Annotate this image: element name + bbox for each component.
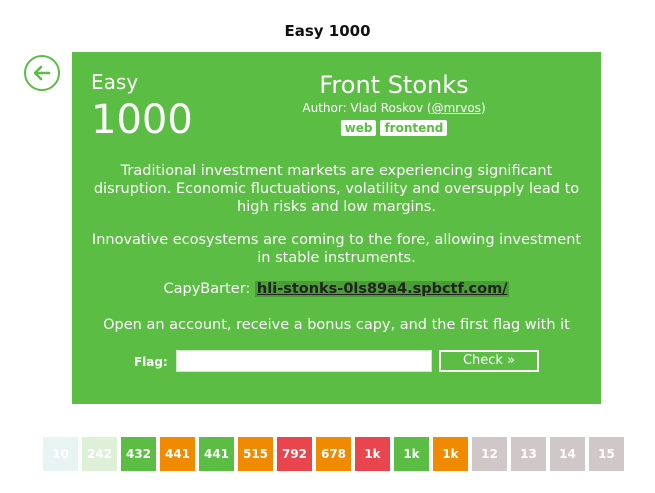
task-description-2: Innovative ecosystems are coming to the … — [91, 232, 582, 266]
tag-web[interactable]: web — [340, 120, 377, 136]
task-tile[interactable]: 441 — [199, 437, 234, 471]
task-link-line: CapyBarter: hli-stonks-0ls89a4.spbctf.co… — [86, 281, 587, 297]
task-author: Author: Vlad Roskov (@mrvos) — [232, 101, 556, 115]
task-tile[interactable]: 432 — [121, 437, 156, 471]
task-tile[interactable]: 1k — [394, 437, 429, 471]
back-button[interactable] — [24, 55, 60, 91]
task-category: Easy — [91, 70, 139, 94]
task-tile[interactable]: 441 — [160, 437, 195, 471]
author-suffix: ) — [480, 101, 486, 115]
task-tile[interactable]: 12 — [472, 437, 507, 471]
tag-frontend[interactable]: frontend — [380, 120, 448, 136]
task-description-3: Open an account, receive a bonus capy, a… — [103, 317, 570, 333]
task-tile[interactable]: 1k — [355, 437, 390, 471]
task-points: 1000 — [91, 97, 193, 143]
check-button[interactable]: Check » — [439, 350, 539, 372]
task-tile[interactable]: 678 — [316, 437, 351, 471]
author-link[interactable]: @mrvos — [432, 101, 481, 115]
task-tile[interactable]: 1k — [433, 437, 468, 471]
task-tile[interactable]: 15 — [589, 437, 624, 471]
page-title: Easy 1000 — [284, 22, 371, 40]
task-tile[interactable]: 242 — [82, 437, 117, 471]
task-tags: web frontend — [232, 120, 556, 136]
link-label: CapyBarter: — [163, 281, 251, 297]
task-tile[interactable]: 14 — [550, 437, 585, 471]
task-tiles: 10 242 432 441 441 515 792 678 1k 1k 1k 12 13 14 15 — [43, 437, 624, 471]
task-tile[interactable]: 515 — [238, 437, 273, 471]
arrow-left-icon — [33, 65, 51, 81]
task-card: Easy 1000 Front Stonks Author: Vlad Rosk… — [72, 52, 601, 404]
task-title: Front Stonks — [319, 71, 469, 99]
flag-label: Flag: — [134, 355, 168, 369]
task-description-1: Traditional investment markets are exper… — [93, 163, 580, 215]
flag-input[interactable] — [176, 350, 432, 372]
task-tile[interactable]: 10 — [43, 437, 78, 471]
task-link[interactable]: hli-stonks-0ls89a4.spbctf.com/ — [254, 281, 510, 297]
author-prefix: Author: Vlad Roskov ( — [302, 101, 432, 115]
task-tile[interactable]: 792 — [277, 437, 312, 471]
task-tile[interactable]: 13 — [511, 437, 546, 471]
